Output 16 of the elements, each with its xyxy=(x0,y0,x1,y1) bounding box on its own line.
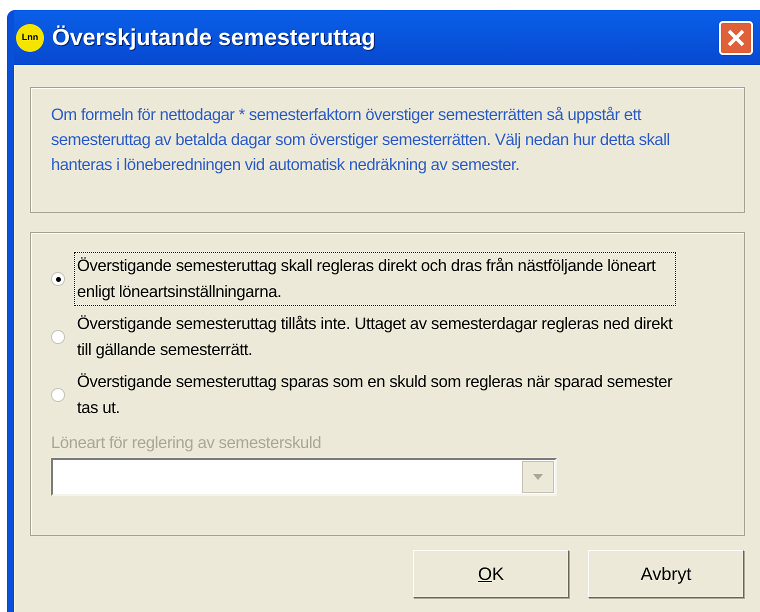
radio-button[interactable] xyxy=(51,330,65,344)
close-button[interactable] xyxy=(719,20,753,54)
info-text: Om formeln för nettodagar * semesterfaktorn överstiger semesterrätten så uppstår ett semesteruttag av betalda dagar som överstiger semesterrätten. Välj nedan hur detta skall hanteras i löneberedningen vid automatisk nedräkning av semester. xyxy=(51,105,671,176)
radio-button[interactable] xyxy=(51,388,65,402)
dropdown-field[interactable] xyxy=(51,458,557,496)
combo-label: Löneart för reglering av semesterskuld xyxy=(51,433,322,454)
option-label: Överstigande semesteruttag tillåts inte. Uttaget av semesterdagar regleras ned direkt till gällande semesterrätt. xyxy=(76,314,674,361)
caret-icon xyxy=(533,474,543,480)
ok-button[interactable]: OK xyxy=(413,550,569,598)
app-logo-icon: Lnn xyxy=(16,24,44,52)
option-label: Överstigande semesteruttag skall regleras direkt och dras från nästföljande löneart enligt löneartsinställningarna. xyxy=(75,253,675,305)
option-label: Överstigande semesteruttag sparas som en skuld som regleras när sparad semester tas ut. xyxy=(76,372,674,419)
window-title: Överskjutande semesteruttag xyxy=(52,23,376,52)
cancel-button[interactable]: Avbryt xyxy=(588,550,744,598)
radio-button[interactable] xyxy=(51,272,65,286)
close-icon xyxy=(726,28,746,48)
